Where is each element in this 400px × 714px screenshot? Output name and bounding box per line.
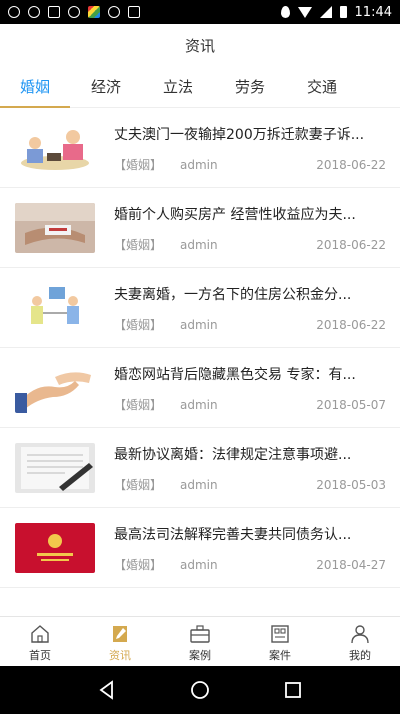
location-icon xyxy=(280,6,290,18)
news-item[interactable]: 最新协议离婚：法律规定注意事项避... 【婚姻】 admin 2018-05-0… xyxy=(0,428,400,508)
nav-news[interactable]: 资讯 xyxy=(80,617,160,666)
shield-icon xyxy=(128,6,140,18)
news-category: 【婚姻】 xyxy=(114,397,163,412)
system-nav-bar xyxy=(0,666,400,714)
news-title: 夫妻离婚，一方名下的住房公积金分... xyxy=(114,286,352,303)
news-date: 2018-06-22 xyxy=(316,317,386,332)
news-item[interactable]: 婚恋网站背后隐藏黑色交易 专家：有... 【婚姻】 admin 2018-05-… xyxy=(0,348,400,428)
notification-icon xyxy=(8,6,20,18)
news-thumbnail xyxy=(15,202,95,253)
back-icon[interactable] xyxy=(96,679,118,701)
page-title: 资讯 xyxy=(184,36,215,55)
news-thumbnail xyxy=(15,362,95,413)
news-author: admin xyxy=(180,557,218,572)
news-thumbnail xyxy=(15,442,95,493)
news-date: 2018-06-22 xyxy=(316,237,386,252)
news-title: 最新协议离婚：法律规定注意事项避... xyxy=(114,446,352,463)
news-thumbnail xyxy=(15,522,95,573)
news-category: 【婚姻】 xyxy=(114,157,163,172)
news-title: 丈夫澳门一夜输掉200万拆迁款妻子诉... xyxy=(114,126,365,143)
user-icon xyxy=(351,625,369,644)
news-title: 婚前个人购买房产 经营性收益应为夫... xyxy=(114,206,356,223)
news-thumbnail xyxy=(15,122,95,173)
image-notification-icon xyxy=(48,6,60,18)
news-item[interactable]: 丈夫澳门一夜输掉200万拆迁款妻子诉... 【婚姻】 admin 2018-06… xyxy=(0,108,400,188)
bottom-nav: 首页 资讯 案例 案件 我的 xyxy=(0,616,400,666)
nav-lawsuits-label: 案件 xyxy=(269,649,291,662)
category-tabs: 婚姻 经济 立法 劳务 交通 xyxy=(0,66,400,108)
news-title: 婚恋网站背后隐藏黑色交易 专家：有... xyxy=(114,366,356,383)
tab-economy[interactable]: 经济 xyxy=(70,66,142,108)
clock: 11:44 xyxy=(354,4,392,20)
case-file-icon xyxy=(271,625,289,643)
news-author: admin xyxy=(180,237,218,252)
nav-lawsuits[interactable]: 案件 xyxy=(240,617,320,666)
nav-profile[interactable]: 我的 xyxy=(320,617,400,666)
news-author: admin xyxy=(180,157,218,172)
briefcase-icon xyxy=(190,625,210,643)
nav-cases-label: 案例 xyxy=(189,649,211,662)
tab-labor[interactable]: 劳务 xyxy=(214,66,286,108)
news-title: 最高法司法解释完善夫妻共同债务认... xyxy=(114,526,352,543)
notification-icon xyxy=(28,6,40,18)
news-item[interactable]: 最高法司法解释完善夫妻共同债务认... 【婚姻】 admin 2018-04-2… xyxy=(0,508,400,588)
news-category: 【婚姻】 xyxy=(114,557,163,572)
app-notification-icon xyxy=(88,6,100,18)
news-icon xyxy=(113,626,127,642)
notification-icon xyxy=(68,6,80,18)
nav-news-label: 资讯 xyxy=(109,649,131,662)
recents-icon[interactable] xyxy=(282,679,304,701)
notification-icon xyxy=(108,6,120,18)
news-author: admin xyxy=(180,317,218,332)
news-author: admin xyxy=(180,397,218,412)
news-author: admin xyxy=(180,477,218,492)
news-list: 丈夫澳门一夜输掉200万拆迁款妻子诉... 【婚姻】 admin 2018-06… xyxy=(0,108,400,588)
page-title-bar: 资讯 xyxy=(0,24,400,66)
news-item[interactable]: 夫妻离婚，一方名下的住房公积金分... 【婚姻】 admin 2018-06-2… xyxy=(0,268,400,348)
status-bar: 11:44 xyxy=(0,0,400,24)
tab-marriage[interactable]: 婚姻 xyxy=(0,66,70,108)
notification-icons xyxy=(8,6,140,18)
tab-legislation[interactable]: 立法 xyxy=(142,66,214,108)
nav-profile-label: 我的 xyxy=(349,649,371,662)
news-date: 2018-05-07 xyxy=(316,397,386,412)
news-category: 【婚姻】 xyxy=(114,237,163,252)
news-date: 2018-04-27 xyxy=(316,557,386,572)
signal-icon xyxy=(319,6,332,18)
nav-cases[interactable]: 案例 xyxy=(160,617,240,666)
battery-icon xyxy=(339,6,347,18)
nav-home[interactable]: 首页 xyxy=(0,617,80,666)
news-date: 2018-06-22 xyxy=(316,157,386,172)
news-category: 【婚姻】 xyxy=(114,317,163,332)
news-thumbnail xyxy=(15,282,95,333)
news-category: 【婚姻】 xyxy=(114,477,163,492)
home-button-icon[interactable] xyxy=(189,679,211,701)
wifi-icon xyxy=(297,6,312,18)
news-item[interactable]: 婚前个人购买房产 经营性收益应为夫... 【婚姻】 admin 2018-06-… xyxy=(0,188,400,268)
tab-traffic[interactable]: 交通 xyxy=(286,66,358,108)
news-date: 2018-05-03 xyxy=(316,477,386,492)
nav-home-label: 首页 xyxy=(29,649,51,662)
home-icon xyxy=(31,625,49,643)
